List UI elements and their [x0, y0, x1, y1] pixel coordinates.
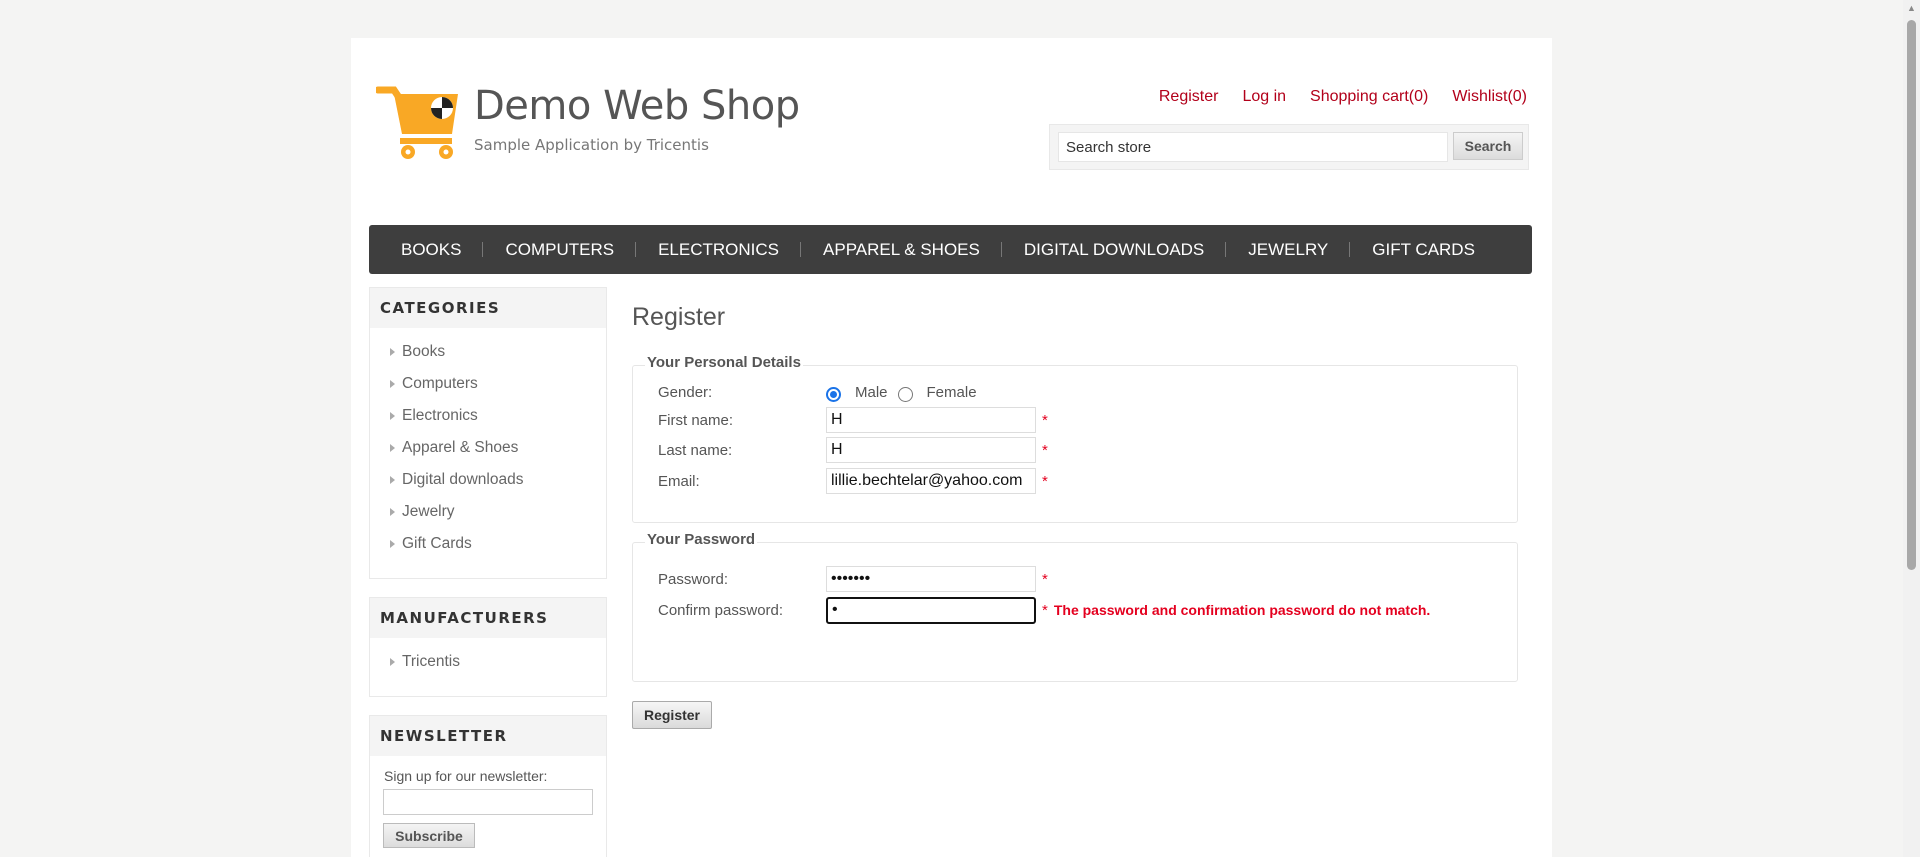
gender-male-radio[interactable]	[826, 386, 841, 402]
gender-male-label[interactable]: Male	[855, 384, 888, 401]
shopping-cart-link[interactable]: Shopping cart(0)	[1310, 88, 1428, 106]
category-item[interactable]: Jewelry	[390, 496, 606, 528]
manufacturer-item[interactable]: Tricentis	[390, 646, 606, 678]
page-scrollbar[interactable]: ▲	[1903, 0, 1920, 857]
logo-title: Demo Web Shop	[474, 83, 800, 129]
category-item[interactable]: Books	[390, 336, 606, 368]
last-name-row: Last name: *	[658, 436, 1048, 464]
category-item[interactable]: Apparel & Shoes	[390, 432, 606, 464]
gender-row: Gender: Male Female	[658, 378, 987, 406]
required-mark: *	[1042, 411, 1048, 429]
register-link[interactable]: Register	[1159, 88, 1219, 106]
search-box: Search	[1049, 124, 1529, 170]
menu-item-digital-downloads[interactable]: DIGITAL DOWNLOADS	[1002, 225, 1227, 274]
register-button[interactable]: Register	[632, 701, 712, 729]
first-name-field[interactable]	[826, 407, 1036, 433]
menu-item-books[interactable]: BOOKS	[379, 225, 484, 274]
last-name-field[interactable]	[826, 437, 1036, 463]
personal-details-fieldset: Your Personal Details Gender: Male Femal…	[632, 354, 1518, 523]
menu-item-electronics[interactable]: ELECTRONICS	[636, 225, 801, 274]
password-fieldset: Your Password Password: * Confirm passwo…	[632, 531, 1518, 682]
email-label: Email:	[658, 472, 700, 490]
password-row: Password: *	[658, 565, 1048, 593]
logo-subtitle: Sample Application by Tricentis	[474, 136, 709, 154]
confirm-password-field[interactable]	[826, 596, 1036, 624]
newsletter-block: NEWSLETTER Sign up for our newsletter: S…	[369, 715, 607, 857]
top-menu: BOOKS COMPUTERS ELECTRONICS APPAREL & SH…	[369, 225, 1532, 274]
password-legend: Your Password	[645, 531, 758, 548]
gender-label: Gender:	[658, 383, 713, 401]
page-container: Demo Web Shop Sample Application by Tric…	[351, 38, 1552, 857]
category-item[interactable]: Electronics	[390, 400, 606, 432]
site-logo[interactable]: Demo Web Shop Sample Application by Tric…	[376, 82, 800, 162]
email-field[interactable]	[826, 468, 1036, 494]
manufacturers-block: MANUFACTURERS Tricentis	[369, 597, 607, 697]
required-mark: *	[1042, 601, 1048, 619]
gender-female-radio[interactable]	[897, 386, 913, 402]
page-title: Register	[632, 303, 726, 331]
subscribe-button[interactable]: Subscribe	[383, 823, 475, 848]
categories-title: CATEGORIES	[370, 288, 606, 328]
categories-block: CATEGORIES Books Computers Electronics A…	[369, 287, 607, 579]
gender-female-label[interactable]: Female	[927, 384, 977, 401]
confirm-password-row: Confirm password: * The password and con…	[658, 596, 1430, 624]
category-item[interactable]: Gift Cards	[390, 528, 606, 560]
newsletter-email-input[interactable]	[383, 789, 593, 815]
menu-item-computers[interactable]: COMPUTERS	[483, 225, 636, 274]
first-name-label: First name:	[658, 411, 734, 429]
menu-item-apparel-shoes[interactable]: APPAREL & SHOES	[801, 225, 1002, 274]
first-name-row: First name: *	[658, 406, 1048, 434]
shopping-cart-logo-icon	[376, 86, 458, 159]
password-field[interactable]	[826, 566, 1036, 592]
last-name-label: Last name:	[658, 441, 733, 459]
scroll-up-icon[interactable]: ▲	[1903, 0, 1920, 17]
newsletter-label: Sign up for our newsletter:	[384, 768, 548, 784]
manufacturers-title: MANUFACTURERS	[370, 598, 606, 638]
header-links: Register Log in Shopping cart(0) Wishlis…	[1135, 88, 1527, 106]
password-label: Password:	[658, 570, 729, 588]
menu-item-gift-cards[interactable]: GIFT CARDS	[1350, 225, 1497, 274]
login-link[interactable]: Log in	[1242, 88, 1286, 106]
required-mark: *	[1042, 570, 1048, 588]
password-mismatch-error: The password and confirmation password d…	[1053, 602, 1431, 618]
confirm-password-label: Confirm password:	[658, 601, 784, 619]
search-button[interactable]: Search	[1453, 132, 1523, 160]
category-item[interactable]: Digital downloads	[390, 464, 606, 496]
wishlist-link[interactable]: Wishlist(0)	[1452, 88, 1527, 106]
scroll-thumb[interactable]	[1907, 20, 1916, 570]
newsletter-title: NEWSLETTER	[370, 716, 606, 756]
search-input[interactable]	[1058, 132, 1448, 162]
personal-details-legend: Your Personal Details	[645, 354, 803, 371]
category-item[interactable]: Computers	[390, 368, 606, 400]
required-mark: *	[1042, 472, 1048, 490]
menu-item-jewelry[interactable]: JEWELRY	[1226, 225, 1351, 274]
required-mark: *	[1042, 441, 1048, 459]
email-row: Email: *	[658, 467, 1048, 495]
